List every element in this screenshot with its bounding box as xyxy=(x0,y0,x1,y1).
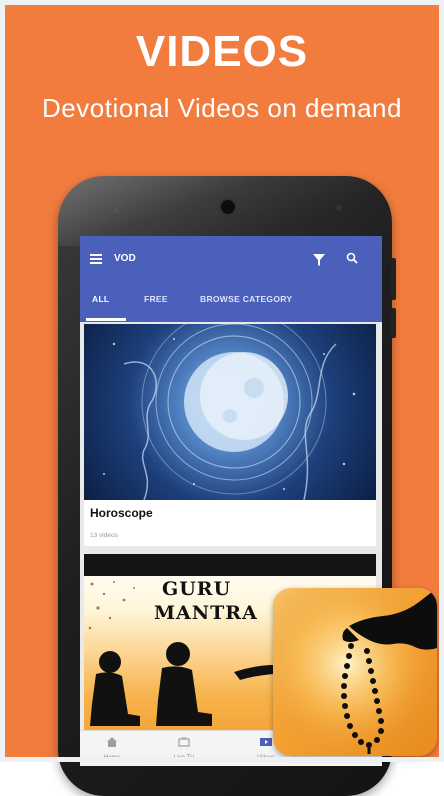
video-title: Horoscope xyxy=(90,506,153,520)
video-count: 13 videos xyxy=(90,532,118,539)
nav-home-label: Home xyxy=(103,755,120,761)
banner-subtitle: Devotional Videos on demand xyxy=(42,93,402,123)
app-bar: VOD ALL FREE BROWSE CATEGORY xyxy=(80,236,382,322)
selected-tab-indicator xyxy=(86,318,126,321)
volume-button xyxy=(391,258,396,300)
zodiac-moon-image xyxy=(84,324,376,500)
home-icon xyxy=(107,737,117,747)
video-card-horoscope[interactable]: Horoscope 13 videos xyxy=(84,324,376,546)
app-title: VOD xyxy=(114,253,136,264)
tab-free[interactable]: FREE xyxy=(144,294,168,304)
banner-title: VIDEOS xyxy=(135,27,309,76)
tab-browse-category[interactable]: BROWSE CATEGORY xyxy=(200,294,292,304)
power-button xyxy=(391,308,396,338)
nav-live-tv-label: Live TV xyxy=(173,755,195,761)
nav-videos-label: Videos xyxy=(256,755,276,761)
sensor-icon xyxy=(114,208,119,213)
video-icon xyxy=(260,738,272,746)
tab-bar: ALL FREE BROWSE CATEGORY xyxy=(80,288,382,322)
nav-home[interactable]: Home xyxy=(82,735,142,761)
tab-all[interactable]: ALL xyxy=(92,294,109,304)
live-tv-icon xyxy=(178,736,190,747)
nav-live-tv[interactable]: Live TV xyxy=(154,735,214,761)
front-camera-icon xyxy=(219,198,237,216)
menu-icon[interactable] xyxy=(90,254,102,264)
search-icon[interactable] xyxy=(346,252,358,264)
prayer-beads-icon xyxy=(273,588,437,756)
filter-icon[interactable] xyxy=(312,253,326,267)
proximity-sensor-icon xyxy=(336,205,342,211)
